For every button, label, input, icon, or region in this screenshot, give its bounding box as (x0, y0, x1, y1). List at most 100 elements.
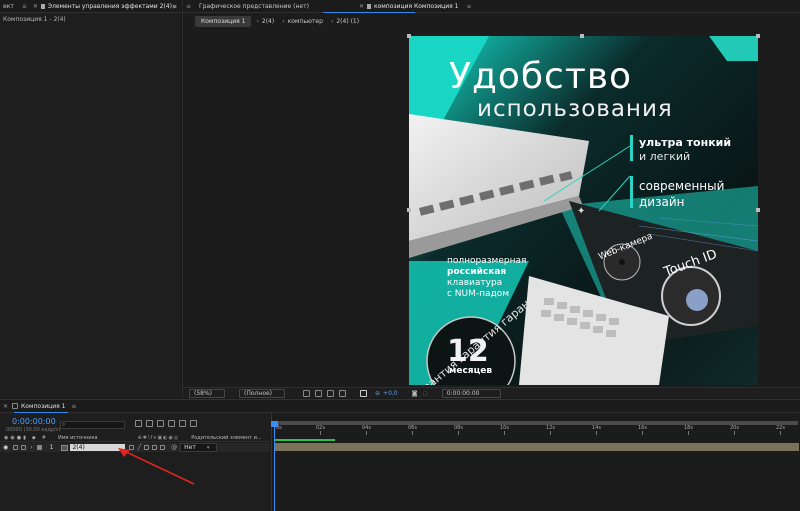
viewer-panel: ≡ Графическое представление (нет) ✕ комп… (182, 0, 800, 398)
shy-icon[interactable] (146, 420, 153, 427)
mask-icon[interactable] (327, 389, 335, 397)
timeline-fps: 00000 (30.00 кадр/с) (6, 427, 61, 433)
tab-project[interactable]: ект (3, 3, 14, 10)
tab-timeline-comp[interactable]: Композиция 1 (21, 403, 65, 410)
breadcrumb: Композиция 1 - 2(4) (3, 16, 66, 23)
frame-blend-icon[interactable] (157, 420, 164, 427)
breadcrumb-computer[interactable]: компьютер (288, 18, 323, 25)
zoom-select[interactable]: (58%) (189, 388, 226, 398)
annotation-arrow (118, 448, 195, 485)
keyboard-line3: клавиатура (447, 278, 503, 288)
search-icon: ⌕ (62, 421, 66, 428)
timeline-panel: ✕ Композиция 1 ≡ 0:00:00:00 00000 (30.00… (0, 399, 800, 511)
current-time-indicator[interactable] (274, 421, 275, 511)
tab-composition[interactable]: композиция Композиция 1 (374, 3, 458, 10)
current-time-head[interactable] (271, 421, 278, 427)
transparency-icon[interactable] (315, 389, 323, 397)
ruler-tick (412, 431, 413, 435)
feature1-rest: и легкий (639, 150, 691, 163)
layer-duration-bar[interactable] (275, 443, 799, 451)
selection-handle[interactable] (407, 208, 411, 212)
layer-visibility-icon[interactable]: ◉ (3, 444, 8, 451)
tab-close-icon[interactable]: ✕ (3, 403, 8, 410)
keyboard-bold: российская (447, 267, 507, 277)
selection-handle[interactable] (407, 34, 411, 38)
breadcrumb-comp1[interactable]: Композиция 1 (195, 16, 252, 27)
comp-flowchart-icon[interactable] (135, 420, 142, 427)
artwork-title: Удобство (449, 56, 633, 97)
ruler-tick (780, 431, 781, 435)
time-ruler[interactable]: 0s 02s 04s 06s 08s 10s 12s 14s 16s 18s 20s 22s (272, 425, 800, 435)
timeline-tab-underline (14, 412, 68, 413)
timeline-menu-icon[interactable]: ≡ (72, 403, 77, 410)
motion-blur-icon[interactable] (168, 420, 175, 427)
grid-icon[interactable] (303, 389, 311, 397)
search-input[interactable]: ⌕ (60, 421, 125, 429)
viewer-toolbar: (58%) (Полное) ⊕ +0,0 ◙ ◌ 0:00:00:00 (183, 387, 800, 398)
viewer-timecode[interactable]: 0:00:00:00 (441, 388, 501, 398)
graph-editor-icon[interactable] (179, 420, 186, 427)
eye-icon: ◉ (4, 434, 9, 441)
tab-effect-controls[interactable]: Элементы управления эффектами 2(4) (48, 3, 172, 10)
selection-handle[interactable] (756, 208, 760, 212)
col-parent[interactable]: Родительский элемент и... (191, 435, 261, 441)
ruler-tick (320, 431, 321, 435)
ruler-tick (642, 431, 643, 435)
comp-icon (12, 403, 19, 409)
channel-icon[interactable] (360, 389, 368, 397)
tab-graphic-view[interactable]: Графическое представление (нет) (199, 3, 309, 10)
breadcrumb-layer[interactable]: 2(4) (262, 18, 274, 25)
composition-artwork[interactable]: ✦ Удобство использования ультра тонкий и… (409, 36, 758, 385)
effects-panel: ект ≡ ✕ Элементы управления эффектами 2(… (0, 0, 181, 398)
artwork-subtitle: использования (477, 96, 673, 122)
render-icon[interactable] (190, 420, 197, 427)
quality-select[interactable]: (Полное) (239, 388, 286, 398)
active-tab-underline (323, 12, 415, 13)
layer-expand-icon[interactable]: › (30, 444, 32, 451)
layer-type-icon (61, 444, 69, 451)
ruler-tick (366, 431, 367, 435)
webcam-lens (619, 259, 625, 265)
exposure-icon[interactable]: ⊕ (375, 390, 380, 397)
touchid-sensor (686, 289, 708, 311)
region-icon[interactable] (339, 389, 347, 397)
chevron-down-icon[interactable]: ▾ (207, 445, 210, 451)
ruler-tick (734, 431, 735, 435)
ruler-tick (596, 431, 597, 435)
render-progress-bar (275, 439, 335, 441)
layer-label-color[interactable] (36, 445, 42, 450)
chevron-left-icon[interactable]: ‹ (256, 18, 258, 25)
menu-icon[interactable]: ≡ (22, 3, 27, 10)
lock-icon[interactable] (366, 3, 371, 9)
sparkle-icon: ✦ (577, 206, 585, 217)
camera-icon[interactable]: ◙ (412, 390, 418, 397)
collapse-icon[interactable]: » (172, 2, 177, 11)
viewer-panel-menu-icon[interactable]: ≡ (466, 3, 471, 10)
lock-icon[interactable] (40, 3, 45, 9)
time-area[interactable]: 0s 02s 04s 06s 08s 10s 12s 14s 16s 18s 20s 22s (271, 413, 800, 511)
layer-audio-toggle[interactable] (13, 445, 19, 450)
ruler-tick (458, 431, 459, 435)
tab-close-icon[interactable]: ✕ (33, 3, 38, 10)
feature2-line1: современный (639, 179, 725, 193)
solo-icon: ● (16, 434, 22, 441)
col-source-name[interactable]: Имя источника (58, 435, 98, 441)
label-col-icon: ◆ (31, 434, 36, 441)
number-col-icon: # (41, 434, 46, 441)
exposure-value[interactable]: +0,0 (383, 390, 398, 397)
chevron-left-icon[interactable]: ‹ (331, 18, 333, 25)
viewer-menu-icon[interactable]: ≡ (186, 3, 191, 10)
lock-col-icon: ▮ (23, 434, 26, 441)
ruler-tick (688, 431, 689, 435)
selection-handle[interactable] (580, 34, 584, 38)
chevron-left-icon[interactable]: ‹ (282, 18, 284, 25)
layer-solo-toggle[interactable] (21, 445, 27, 450)
selection-handle[interactable] (756, 34, 760, 38)
tab-close-icon[interactable]: ✕ (359, 3, 364, 10)
breadcrumb-layer-1[interactable]: 2(4) (1) (336, 18, 359, 25)
timeline-timecode[interactable]: 0:00:00:00 (12, 417, 56, 426)
layer-index: 1 (49, 444, 54, 451)
feature2-line2: дизайн (639, 195, 685, 209)
feature-bar (630, 135, 633, 161)
snapshot-icon[interactable]: ◌ (422, 390, 427, 397)
